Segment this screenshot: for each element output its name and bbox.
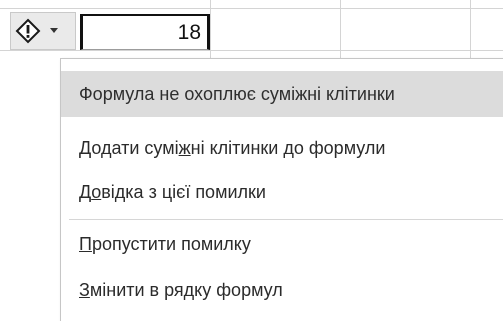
menu-item-label-part: ні клітинки до формули: [190, 137, 386, 158]
menu-item-accelerator: ж: [178, 137, 191, 158]
grid-line: [0, 50, 503, 51]
menu-item-label-part: ропустити помилку: [91, 233, 251, 254]
error-smart-tag-button[interactable]: [10, 12, 76, 50]
menu-item-add-adjacent-cells[interactable]: Додати сумі ж ні клітинки до формули: [61, 125, 503, 171]
menu-item-accelerator: З: [79, 279, 90, 300]
menu-item-label-part: Д: [79, 181, 92, 202]
menu-item-label-part: відка з цієї помилки: [101, 181, 266, 202]
menu-item-label-part: мінити в рядку формул: [89, 279, 283, 300]
menu-item-label-part: Додати сумі: [79, 137, 179, 158]
grid-line: [0, 8, 503, 9]
menu-item-accelerator: о: [91, 181, 102, 202]
menu-header-label: Формула не охоплює суміжні клітинки: [79, 83, 395, 104]
menu-item-help-on-error[interactable]: До відка з цієї помилки: [61, 169, 503, 215]
active-cell[interactable]: 18: [80, 14, 210, 50]
warning-diamond-icon: [11, 13, 45, 49]
menu-item-edit-in-formula-bar[interactable]: Змінити в рядку формул: [61, 267, 503, 313]
menu-separator: [69, 219, 503, 220]
menu-header: Формула не охоплює суміжні клітинки: [61, 71, 503, 117]
menu-item-ignore-error[interactable]: Пропустити помилку: [61, 221, 503, 267]
error-options-menu: Формула не охоплює суміжні клітинки Дода…: [60, 58, 503, 321]
cell-value: 18: [177, 20, 201, 44]
spreadsheet-view: 18 Формула не охоплює суміжні клітинки Д…: [0, 0, 503, 321]
chevron-down-icon: [45, 13, 63, 49]
menu-item-accelerator: П: [79, 233, 92, 254]
